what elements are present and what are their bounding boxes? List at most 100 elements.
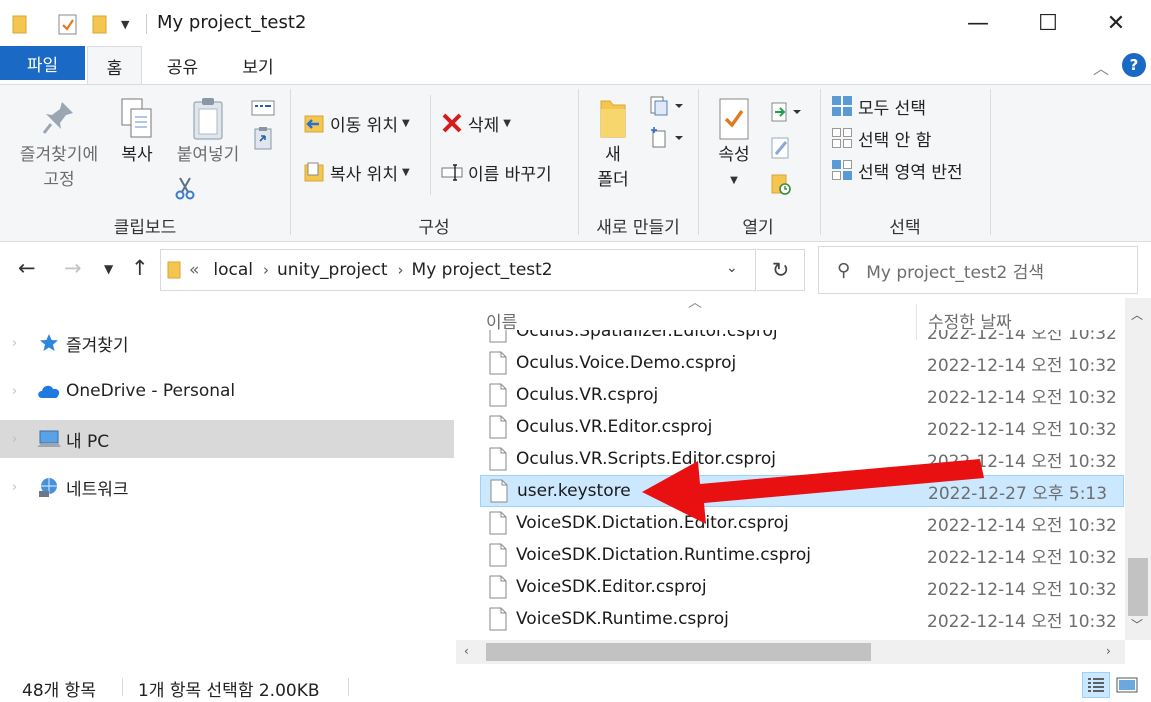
expand-chevron-icon[interactable]: ›	[12, 480, 26, 495]
select-none-button[interactable]: 선택 안 함	[830, 125, 931, 151]
file-name: VoiceSDK.Dictation.Editor.csproj	[516, 513, 789, 533]
tab-share[interactable]: 공유	[150, 46, 215, 84]
new-folder-button[interactable]: 새 폴더	[588, 97, 638, 193]
properties-button[interactable]: 속성 ▼	[708, 97, 760, 193]
file-row[interactable]: VoiceSDK.Editor.csproj 2022-12-14 오전 10:3…	[480, 571, 1124, 603]
organize-group-label: 구성	[418, 218, 450, 238]
pin-to-quick-access-button[interactable]: 즐겨찾기에 고정	[12, 97, 106, 193]
breadcrumb-current[interactable]: My project_test2	[412, 260, 553, 280]
chevron-right-icon[interactable]: ›	[398, 261, 404, 279]
file-row[interactable]: user.keystore 2022-12-27 오후 5:13	[480, 475, 1124, 507]
scroll-up-icon[interactable]: ︿	[1131, 306, 1143, 323]
horizontal-scrollbar[interactable]: ‹ ›	[456, 640, 1125, 664]
file-icon	[488, 383, 508, 407]
tree-item-network[interactable]: › 네트워크	[0, 468, 454, 506]
file-name: Oculus.Spatializer.Editor.csproj	[516, 330, 778, 341]
paste-button[interactable]: 붙여넣기	[168, 97, 248, 168]
breadcrumb-unity-project[interactable]: unity_project	[277, 260, 388, 280]
tab-view[interactable]: 보기	[228, 46, 288, 84]
file-list: ︿ 이름 수정한 날짜 Oculus.Spatializer.Editor.cs…	[456, 295, 1151, 664]
delete-button[interactable]: 삭제 ▼	[440, 110, 511, 136]
chevron-right-icon[interactable]: ›	[263, 261, 269, 279]
up-arrow-icon[interactable]: ↑	[131, 256, 149, 280]
expand-chevron-icon[interactable]: ›	[12, 432, 26, 447]
copy-to-button[interactable]: 복사 위치 ▼	[302, 159, 410, 185]
file-date: 2022-12-14 오전 10:32	[927, 515, 1117, 536]
scroll-down-icon[interactable]: ﹀	[1131, 616, 1143, 633]
minimize-button[interactable]: —	[943, 0, 1013, 46]
large-icons-view-icon[interactable]	[1113, 672, 1141, 698]
select-all-button[interactable]: 모두 선택	[830, 93, 926, 119]
file-icon	[488, 415, 508, 439]
file-name: VoiceSDK.Editor.csproj	[516, 577, 707, 597]
history-icon[interactable]	[768, 171, 794, 197]
file-row[interactable]: VoiceSDK.Dictation.Editor.csproj 2022-12-…	[480, 507, 1124, 539]
tree-item-onedrive[interactable]: › OneDrive - Personal	[0, 372, 454, 410]
file-name: Oculus.VR.csproj	[516, 385, 659, 405]
refresh-icon[interactable]: ↻	[757, 249, 805, 291]
new-folder-label-line1: 새	[605, 145, 621, 165]
forward-arrow-icon[interactable]: →	[64, 256, 82, 280]
scroll-thumb[interactable]	[486, 643, 871, 661]
customize-quick-access-dropdown[interactable]: ▼	[121, 12, 133, 36]
file-row[interactable]: Oculus.VR.csproj 2022-12-14 오전 10:32	[480, 379, 1124, 411]
recent-locations-chevron-icon[interactable]: ▼	[104, 262, 113, 276]
scroll-left-icon[interactable]: ‹	[464, 644, 469, 658]
close-button[interactable]: ✕	[1081, 0, 1151, 46]
move-to-label: 이동 위치	[330, 115, 398, 136]
details-view-icon[interactable]	[1082, 672, 1110, 698]
file-row[interactable]: VoiceSDK.Runtime.csproj 2022-12-14 오전 10:…	[480, 603, 1124, 635]
tab-home[interactable]: 홈	[87, 46, 142, 85]
open-icon[interactable]	[768, 99, 804, 125]
expand-chevron-icon[interactable]: ›	[12, 384, 26, 399]
file-icon	[488, 543, 508, 567]
collapse-ribbon-icon[interactable]: ︿	[1093, 55, 1109, 79]
file-icon	[488, 447, 508, 471]
rename-button[interactable]: 이름 바꾸기	[440, 159, 552, 185]
move-to-button[interactable]: 이동 위치 ▼	[302, 110, 410, 136]
new-item-icon[interactable]	[648, 93, 686, 119]
delete-x-icon	[440, 111, 464, 135]
new-folder-quick-access-button[interactable]	[92, 12, 108, 36]
breadcrumb-local[interactable]: local	[213, 260, 253, 280]
status-bar: 48개 항목 1개 항목 선택함 2.00KB	[0, 664, 1151, 702]
properties-quick-access-button[interactable]	[58, 12, 80, 36]
address-history-chevron-icon[interactable]: ⌄	[726, 260, 738, 276]
breadcrumb-overflow[interactable]: «	[189, 260, 199, 280]
file-date: 2022-12-14 오전 10:32	[927, 355, 1117, 376]
select-all-icon	[830, 94, 854, 118]
vertical-scrollbar[interactable]: ︿ ﹀	[1125, 298, 1151, 640]
file-row[interactable]: VoiceSDK.Dictation.Runtime.csproj 2022-12…	[480, 539, 1124, 571]
back-arrow-icon[interactable]: ←	[18, 256, 36, 280]
copy-label: 복사	[121, 145, 153, 165]
maximize-button[interactable]: ☐	[1013, 0, 1083, 46]
scroll-right-icon[interactable]: ›	[1106, 644, 1111, 658]
invert-selection-button[interactable]: 선택 영역 반전	[830, 157, 963, 183]
tree-item-quick-access[interactable]: › 즐겨찾기	[0, 324, 454, 362]
tree-item-label: OneDrive - Personal	[66, 381, 236, 401]
title-bar: ▼ My project_test2 — ☐ ✕	[0, 0, 1151, 46]
tab-file[interactable]: 파일	[0, 46, 85, 80]
scroll-thumb[interactable]	[1128, 558, 1148, 616]
cut-icon[interactable]	[172, 175, 198, 201]
navigation-bar: ← → ▼ ↑ « local › unity_project › My pro…	[0, 242, 1151, 298]
file-name: Oculus.VR.Editor.csproj	[516, 417, 713, 437]
tree-item-this-pc[interactable]: › 내 PC	[0, 420, 454, 458]
copy-to-label: 복사 위치	[330, 164, 398, 185]
file-row[interactable]: Oculus.Spatializer.Editor.csproj 2022-12-…	[480, 330, 1124, 347]
easy-access-icon[interactable]	[648, 125, 686, 151]
file-row[interactable]: Oculus.VR.Scripts.Editor.csproj 2022-12-1…	[480, 443, 1124, 475]
expand-chevron-icon[interactable]: ›	[12, 336, 26, 351]
address-bar[interactable]: « local › unity_project › My project_tes…	[160, 249, 756, 291]
search-box[interactable]: ⚲ My project_test2 검색	[818, 246, 1138, 294]
copy-path-icon[interactable]	[250, 95, 276, 121]
file-row[interactable]: Oculus.VR.Editor.csproj 2022-12-14 오전 10:…	[480, 411, 1124, 443]
file-row[interactable]: Oculus.Voice.Demo.csproj 2022-12-14 오전 10…	[480, 347, 1124, 379]
group-separator	[990, 89, 991, 235]
edit-icon[interactable]	[768, 135, 794, 161]
file-date: 2022-12-14 오전 10:32	[927, 451, 1117, 472]
file-date: 2022-12-14 오전 10:32	[927, 387, 1117, 408]
paste-shortcut-icon[interactable]	[250, 125, 276, 151]
help-icon[interactable]: ?	[1122, 53, 1146, 77]
copy-button[interactable]: 복사	[112, 97, 162, 168]
